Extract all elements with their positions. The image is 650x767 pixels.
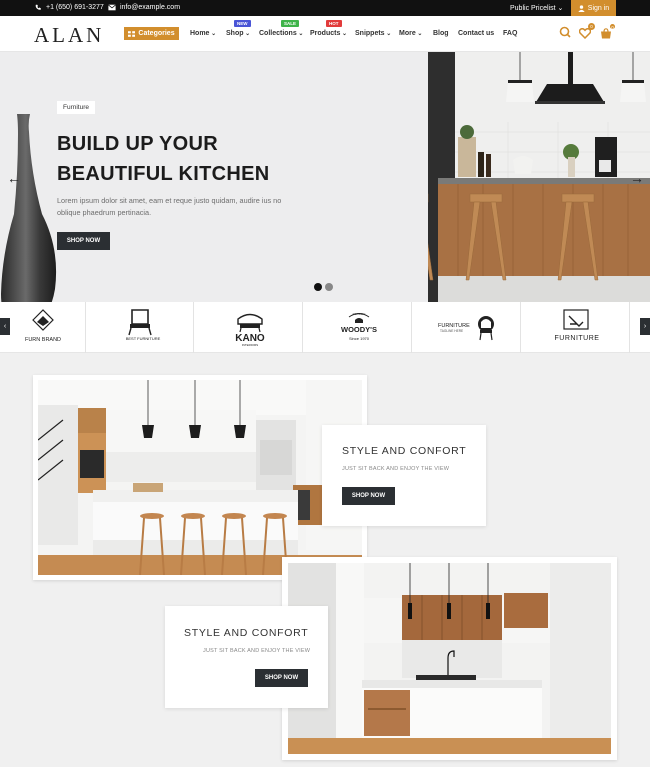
mail-icon (108, 4, 116, 11)
phone-icon (35, 4, 41, 10)
nav-item-collections[interactable]: Collections ⌄ SALE (259, 20, 304, 37)
email-address: info@example.com (120, 4, 181, 11)
nav-item-blog[interactable]: Blog (433, 30, 449, 37)
nav-badge: SALE (281, 20, 300, 27)
categories-button[interactable]: Categories (124, 27, 179, 40)
brand-woodys-arc: CLASSIC (353, 312, 367, 316)
brand-woodys[interactable]: CLASSIC WOODY'S Since 1970 (303, 302, 412, 353)
chevron-down-icon: ⌄ (243, 31, 251, 37)
brand-next-button[interactable]: › (640, 318, 650, 335)
chevron-down-icon: ⌄ (557, 5, 564, 12)
feature-1-shop-now-button[interactable]: SHOP NOW (342, 487, 395, 505)
nav-item-home[interactable]: Home ⌄ (190, 30, 216, 37)
nav-item-label: Blog (433, 30, 449, 37)
furniture-tagline-logo: FURNITURE TAGLINE HERE (438, 316, 494, 341)
nav-item-contact-us[interactable]: Contact us (458, 30, 494, 37)
nav-item-label: Products (310, 30, 341, 37)
chevron-down-icon: ⌄ (340, 31, 348, 37)
top-bar: +1 (650) 691-3277 info@example.com Publi… (0, 0, 650, 16)
hero-prev-arrow-icon[interactable]: ← (7, 170, 21, 186)
hero-title-line1: BUILD UP YOUR (57, 133, 218, 155)
feature-image-2-frame (282, 557, 617, 760)
furniture-logo: FURNITURE (555, 309, 600, 342)
feature-card-2: STYLE AND CONFORT JUST SIT BACK AND ENJO… (165, 606, 328, 708)
nav-item-snippets[interactable]: Snippets ⌄ (355, 30, 391, 37)
phone-contact[interactable]: +1 (650) 691-3277 (34, 4, 104, 11)
nav-item-label: Contact us (458, 30, 495, 37)
feature-2-shop-now-button[interactable]: SHOP NOW (255, 669, 308, 687)
kitchen-image (428, 52, 650, 302)
brand-best-furniture[interactable]: BEST FURNITURE (86, 302, 194, 353)
feature-2-title: STYLE AND CONFORT (184, 627, 309, 639)
categories-label: Categories (138, 30, 175, 37)
nav-item-faq[interactable]: FAQ (503, 30, 517, 37)
feature-card-1: STYLE AND CONFORT JUST SIT BACK AND ENJO… (322, 425, 486, 526)
kano-logo: KANO INTERIORS (235, 313, 265, 347)
slider-dot-1[interactable] (314, 283, 322, 291)
nav-item-label: Home (190, 30, 210, 37)
chevron-down-icon: ⌄ (415, 31, 423, 37)
hero-slider: Furniture BUILD UP YOUR BEAUTIFUL KITCHEN… (0, 52, 650, 302)
pricelist-label: Public Pricelist (510, 5, 556, 12)
wishlist-button[interactable]: 0 (578, 23, 595, 40)
best-furniture-logo: BEST FURNITURE (126, 309, 161, 341)
furn-brand-logo: FURN BRAND (25, 309, 61, 343)
wishlist-count: 0 (588, 23, 595, 30)
brand-kano-sub: INTERIORS (242, 343, 258, 347)
cart-count: 0 (609, 23, 616, 30)
vase-image (1, 114, 57, 302)
sign-in-label: Sign in (587, 4, 610, 12)
nav-item-more[interactable]: More ⌄ (399, 30, 422, 37)
hero-tag: Furniture (57, 101, 96, 114)
hero-next-arrow-icon[interactable]: → (630, 170, 644, 186)
site-logo[interactable]: ALAN (34, 23, 104, 48)
phone-number: +1 (650) 691-3277 (46, 4, 104, 11)
feature-1-title: STYLE AND CONFORT (342, 445, 467, 457)
nav-item-label: Collections (259, 30, 297, 37)
brand-furniture[interactable]: FURNITURE (521, 302, 630, 353)
pricelist-dropdown[interactable]: Public Pricelist ⌄ (510, 4, 563, 12)
nav-item-label: FAQ (503, 30, 518, 37)
kitchen-shelves-image (288, 563, 611, 754)
email-contact[interactable]: info@example.com (108, 4, 180, 11)
brand-furniture-tagline[interactable]: FURNITURE TAGLINE HERE (412, 302, 521, 353)
slider-dots (314, 283, 333, 291)
brand-tagline-label: TAGLINE HERE (440, 329, 463, 333)
chevron-down-icon: ⌄ (209, 31, 217, 37)
nav-item-shop[interactable]: Shop ⌄ NEW (226, 20, 251, 37)
main-header: ALAN Categories Home ⌄ Shop ⌄ NEW Collectio… (0, 16, 650, 52)
cart-button[interactable]: 0 (600, 23, 616, 40)
feature-2-subtitle: JUST SIT BACK AND ENJOY THE VIEW (203, 648, 311, 654)
chevron-down-icon: ⌄ (296, 31, 304, 37)
nav-item-label: Snippets (355, 30, 385, 37)
sign-in-button[interactable]: Sign in (571, 0, 616, 16)
chevron-down-icon: ⌄ (384, 31, 392, 37)
feature-1-subtitle: JUST SIT BACK AND ENJOY THE VIEW (342, 466, 450, 472)
feature-image-1-frame (33, 375, 367, 580)
brand-furn-brand-label: FURN BRAND (25, 337, 61, 343)
kitchen-island-image (38, 380, 362, 575)
brand-kano[interactable]: KANO INTERIORS (194, 302, 303, 353)
brand-furniture-label-2: FURNITURE (555, 335, 600, 342)
brand-woodys-label: WOODY'S (341, 325, 377, 334)
user-icon (578, 4, 585, 12)
hero-shop-now-button[interactable]: SHOP NOW (57, 232, 110, 250)
brand-woodys-since: Since 1970 (349, 336, 370, 341)
brand-carousel: ‹ FURN BRAND BEST FURNITURE KANO INTERIO… (0, 302, 650, 353)
hero-title: BUILD UP YOUR BEAUTIFUL KITCHEN (57, 129, 270, 189)
woodys-logo: CLASSIC WOODY'S Since 1970 (341, 312, 377, 341)
brand-best-furniture-label: BEST FURNITURE (126, 336, 161, 341)
slider-dot-2[interactable] (325, 283, 333, 291)
nav-badge: NEW (234, 20, 251, 27)
nav-item-label: More (399, 30, 416, 37)
nav-item-label: Shop (226, 30, 244, 37)
nav-badge: HOT (326, 20, 342, 27)
hero-title-line2: BEAUTIFUL KITCHEN (57, 163, 270, 185)
grid-icon (128, 30, 136, 37)
hero-description: Lorem ipsum dolor sit amet, eam et reque… (57, 196, 282, 217)
search-icon[interactable] (559, 26, 571, 38)
nav-item-products[interactable]: Products ⌄ HOT (310, 20, 348, 37)
brand-furn-brand[interactable]: FURN BRAND (0, 302, 86, 353)
